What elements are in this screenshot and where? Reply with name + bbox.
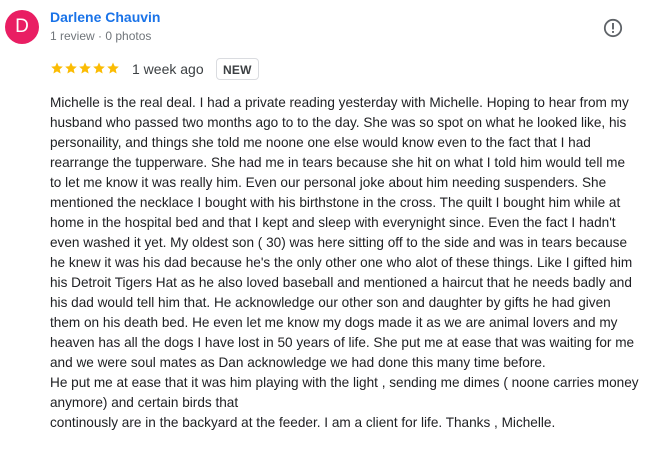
star-icon [93,62,105,74]
star-icon [51,62,63,74]
review-card: D Darlene Chauvin 1 review · 0 photos 1 … [0,0,646,463]
star-icon [65,62,77,74]
review-paragraph: He put me at ease that it was him playin… [50,375,643,410]
reviewer-meta: 1 review · 0 photos [50,29,152,43]
review-paragraph: continously are in the backyard at the f… [50,415,556,430]
review-paragraph: Michelle is the real deal. I had a priva… [50,95,638,370]
star-icon [107,62,119,74]
reviewer-name[interactable]: Darlene Chauvin [50,9,160,25]
reviewer-avatar[interactable]: D [5,10,39,44]
report-flag-icon[interactable] [603,18,623,38]
new-badge: NEW [216,58,259,80]
review-text: Michelle is the real deal. I had a priva… [50,93,640,433]
star-rating [50,61,120,77]
star-icon [79,62,91,74]
avatar-letter: D [15,16,29,37]
review-time: 1 week ago [132,61,204,77]
